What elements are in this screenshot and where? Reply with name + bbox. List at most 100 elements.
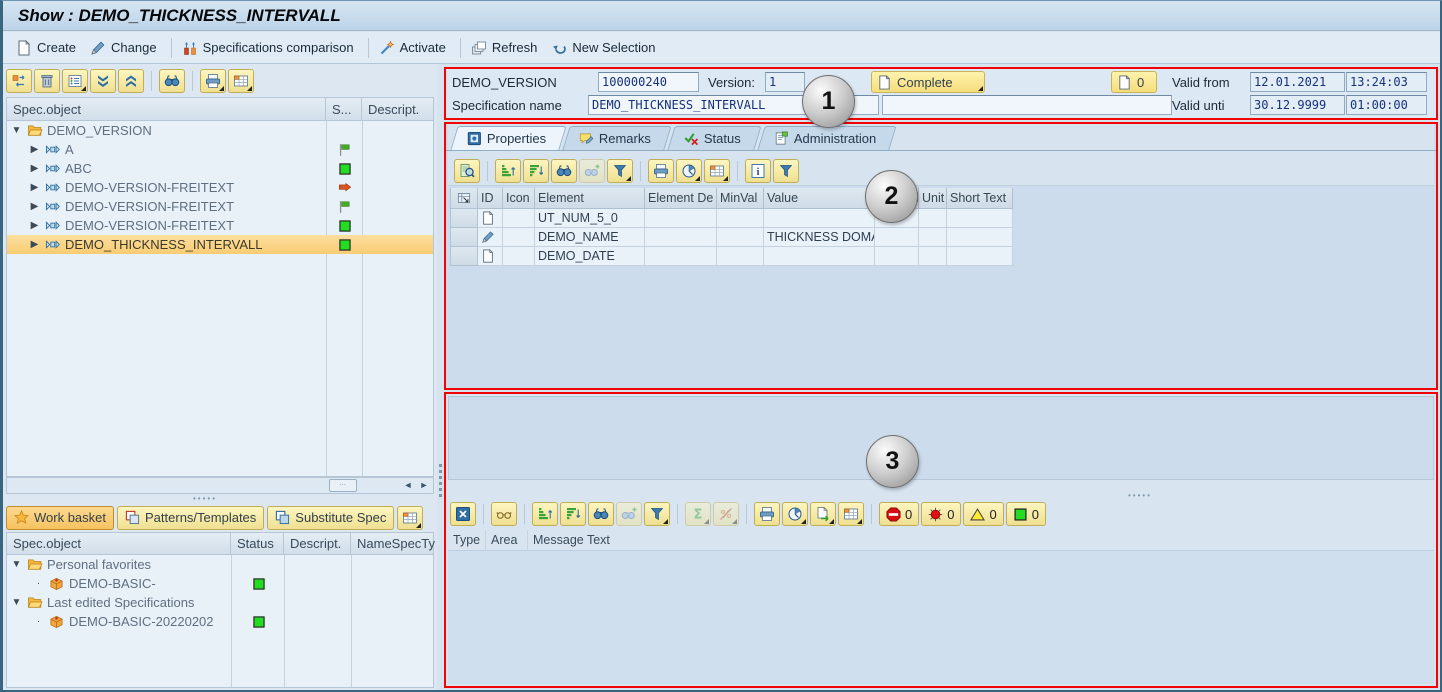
display-button[interactable]: [491, 502, 517, 526]
horizontal-splitter[interactable]: •••••: [3, 494, 437, 503]
find-button[interactable]: [159, 69, 185, 93]
column-header-short-text[interactable]: Short Text: [947, 188, 1013, 209]
find-next-button[interactable]: [579, 159, 605, 183]
column-header-description[interactable]: Descript.: [362, 97, 434, 121]
expander-open-icon[interactable]: ▼: [11, 597, 22, 608]
row-selector[interactable]: [450, 209, 478, 228]
column-header-spec-object[interactable]: Spec.object: [6, 532, 231, 555]
properties-row-ut-num-5-0[interactable]: UT_NUM_5_0: [450, 209, 1013, 228]
print-button[interactable]: [754, 502, 780, 526]
valid-from-time-field[interactable]: 13:24:03: [1346, 72, 1427, 92]
horizontal-scrollbar[interactable]: ⋯ ◄ ►: [6, 477, 434, 494]
expander-closed-icon[interactable]: ▶: [29, 144, 40, 155]
refresh-button[interactable]: Refresh: [466, 37, 547, 59]
create-button[interactable]: Create: [11, 37, 85, 59]
sort-ascending-button[interactable]: [495, 159, 521, 183]
filter-button[interactable]: [644, 502, 670, 526]
new-selection-button[interactable]: New Selection: [546, 37, 664, 59]
error-count-button[interactable]: 0: [921, 502, 961, 526]
version-field[interactable]: 1: [765, 72, 805, 92]
tree-row-freitext-3[interactable]: ▶DEMO-VERSION-FREITEXT: [7, 216, 433, 235]
expander-closed-icon[interactable]: ▶: [29, 239, 40, 250]
column-header-element-de[interactable]: Element De: [645, 188, 717, 209]
find-button[interactable]: [551, 159, 577, 183]
expander-open-icon[interactable]: ▼: [11, 125, 22, 136]
layout-button[interactable]: [838, 502, 864, 526]
spec-id-field[interactable]: 100000240: [598, 72, 699, 92]
status-complete-button[interactable]: Complete: [871, 71, 985, 93]
tab-status[interactable]: Status: [668, 126, 762, 150]
tree-row-demo-basic[interactable]: ·DEMO-BASIC-: [7, 574, 433, 593]
activate-button[interactable]: Activate: [374, 37, 455, 59]
tree-row-demo-version[interactable]: ▼DEMO_VERSION: [7, 121, 433, 140]
subtotal-button[interactable]: [713, 502, 739, 526]
scroll-right-arrow[interactable]: ►: [417, 479, 431, 492]
sort-ascending-button[interactable]: [532, 502, 558, 526]
tree-row-last-edited[interactable]: ▼Last edited Specifications: [7, 593, 433, 612]
properties-row-demo-date[interactable]: DEMO_DATE: [450, 247, 1013, 266]
sort-descending-button[interactable]: [560, 502, 586, 526]
valid-until-date-field[interactable]: 30.12.9999: [1250, 95, 1345, 115]
tree-row-demo-basic-20220202[interactable]: ·DEMO-BASIC-20220202: [7, 612, 433, 631]
expander-closed-icon[interactable]: ▶: [29, 220, 40, 231]
success-count-button[interactable]: 0: [1006, 502, 1046, 526]
spec-name-field-2[interactable]: [882, 95, 1172, 115]
tree-row-demo-thickness-intervall-selected[interactable]: ▶DEMO_THICKNESS_INTERVALL: [7, 235, 433, 254]
tree-row-abc[interactable]: ▶ABC: [7, 159, 433, 178]
find-button[interactable]: [588, 502, 614, 526]
expander-closed-icon[interactable]: ▶: [29, 163, 40, 174]
reassign-button[interactable]: [6, 69, 32, 93]
specifications-comparison-button[interactable]: Specifications comparison: [177, 37, 363, 59]
column-header-unit[interactable]: Unit: [919, 188, 947, 209]
print-button[interactable]: [648, 159, 674, 183]
expander-open-icon[interactable]: ▼: [11, 559, 22, 570]
export-button[interactable]: [810, 502, 836, 526]
tree-row-freitext-1[interactable]: ▶DEMO-VERSION-FREITEXT: [7, 178, 433, 197]
row-selector-header[interactable]: [450, 188, 478, 209]
scrollbar-thumb[interactable]: ⋯: [329, 479, 357, 492]
tree-row-freitext-2[interactable]: ▶DEMO-VERSION-FREITEXT: [7, 197, 433, 216]
expander-closed-icon[interactable]: ▶: [29, 182, 40, 193]
row-selector[interactable]: [450, 247, 478, 266]
column-header-id[interactable]: ID: [478, 188, 503, 209]
column-header-value[interactable]: Value: [764, 188, 875, 209]
column-header-status[interactable]: S...: [326, 97, 362, 121]
print-button[interactable]: [200, 69, 226, 93]
sum-button[interactable]: [685, 502, 711, 526]
scroll-left-arrow[interactable]: ◄: [401, 479, 415, 492]
filter-button[interactable]: [607, 159, 633, 183]
views-button[interactable]: [676, 159, 702, 183]
find-next-button[interactable]: [616, 502, 642, 526]
layout-button[interactable]: [704, 159, 730, 183]
column-header-status[interactable]: Status: [231, 532, 284, 555]
layout-button[interactable]: [397, 506, 423, 530]
column-header-spec-object[interactable]: Spec.object: [6, 97, 326, 121]
patterns-templates-button[interactable]: Patterns/Templates: [117, 506, 264, 530]
valid-from-date-field[interactable]: 12.01.2021: [1250, 72, 1345, 92]
vertical-splitter[interactable]: [437, 64, 444, 690]
document-count-button[interactable]: 0: [1111, 71, 1157, 93]
column-header-message-text[interactable]: Message Text: [528, 530, 638, 550]
work-basket-button[interactable]: Work basket: [6, 506, 114, 530]
layout-button[interactable]: [228, 69, 254, 93]
valid-until-time-field[interactable]: 01:00:00: [1346, 95, 1427, 115]
column-header-type[interactable]: Type: [448, 530, 486, 550]
tree-row-personal-favorites[interactable]: ▼Personal favorites: [7, 555, 433, 574]
views-button[interactable]: [782, 502, 808, 526]
warning-count-button[interactable]: 0: [963, 502, 1003, 526]
tab-administration[interactable]: Administration: [757, 126, 897, 150]
column-header-area[interactable]: Area: [486, 530, 528, 550]
column-header-icon[interactable]: Icon: [503, 188, 535, 209]
sort-descending-button[interactable]: [523, 159, 549, 183]
tab-properties[interactable]: Properties: [450, 126, 567, 150]
column-header-description[interactable]: Descript.: [284, 532, 351, 555]
info-button[interactable]: [745, 159, 771, 183]
expander-closed-icon[interactable]: ▶: [29, 201, 40, 212]
detail-button[interactable]: [454, 159, 480, 183]
column-header-minval[interactable]: MinVal: [717, 188, 764, 209]
column-header-namespecty[interactable]: NameSpecTy: [351, 532, 434, 555]
collapse-all-button[interactable]: [118, 69, 144, 93]
delete-button[interactable]: [34, 69, 60, 93]
abort-count-button[interactable]: 0: [879, 502, 919, 526]
change-button[interactable]: Change: [85, 37, 166, 59]
